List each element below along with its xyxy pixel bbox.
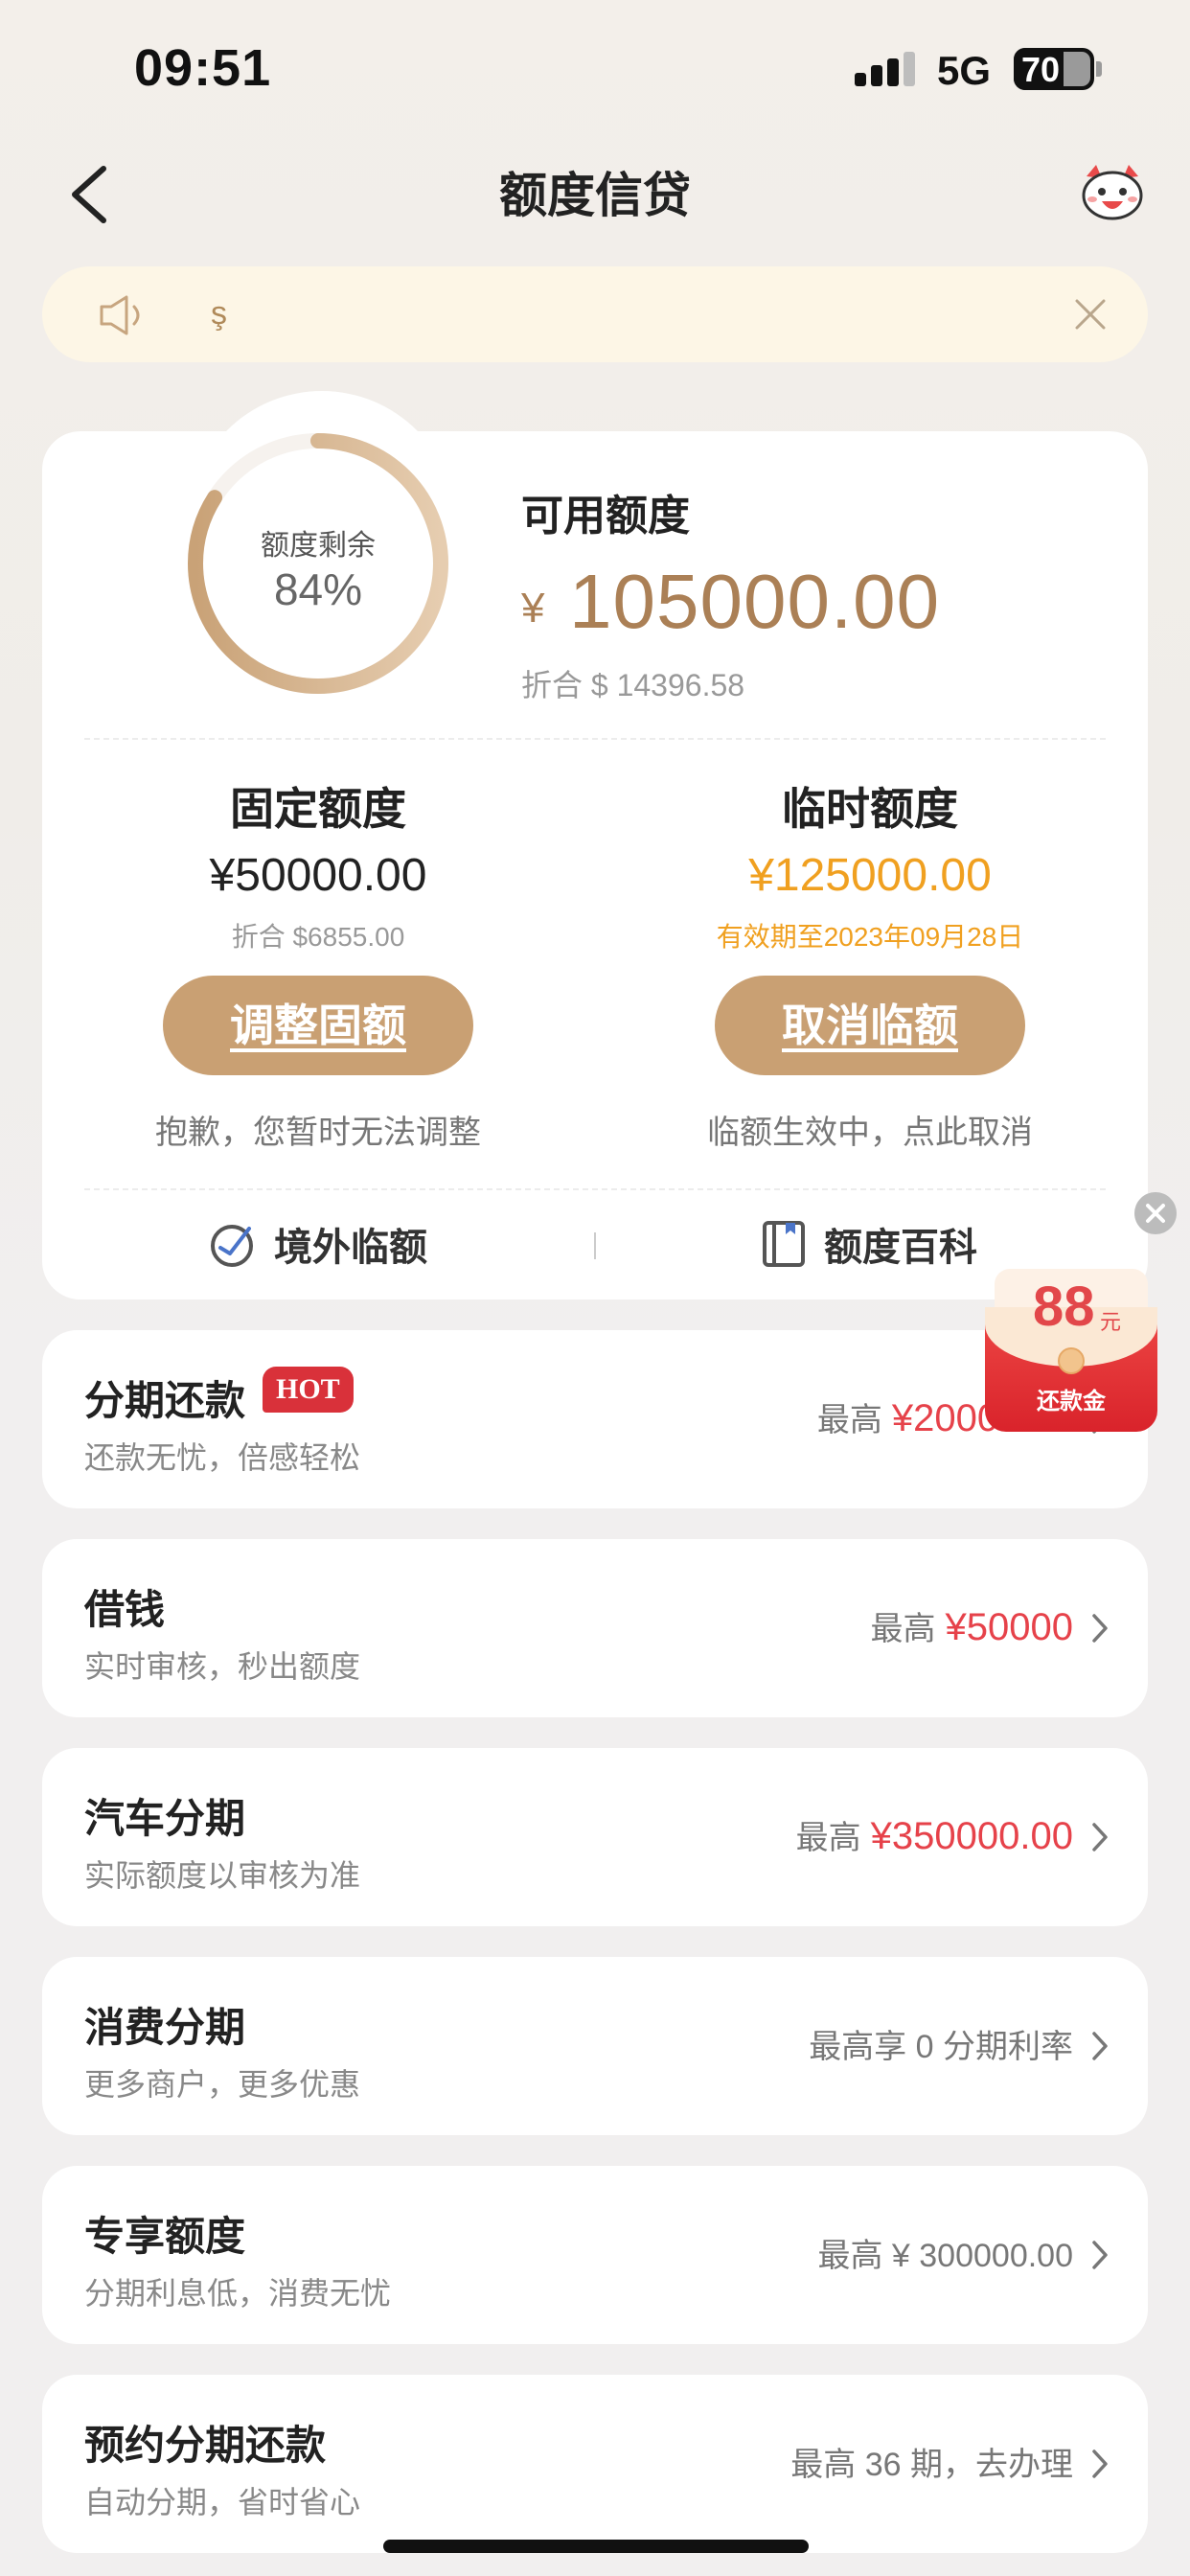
- fixed-credit-note: 抱歉，您暂时无法调整: [155, 1115, 481, 1151]
- ring-label: 额度剩余: [261, 530, 376, 562]
- fixed-credit-title: 固定额度: [230, 784, 406, 834]
- close-glyph: [1146, 1204, 1165, 1223]
- battery-empty: [1064, 52, 1090, 86]
- list-item-subtitle: 分期利息低，消费无忧: [84, 2276, 392, 2311]
- list-item-title: 借钱: [84, 1587, 166, 1632]
- red-packet-amount: 88: [1033, 1276, 1095, 1338]
- list-item-amount: ¥350000.00: [870, 1815, 1073, 1857]
- network-label: 5G: [937, 48, 992, 93]
- list-item-right: 最高 ¥50000: [871, 1602, 1073, 1649]
- overseas-credit-label: 境外临额: [274, 1227, 427, 1269]
- list-item-right: 最高 36 期，去办理: [790, 2447, 1073, 2483]
- list-item-borrow[interactable]: 借钱 实时审核，秒出额度 最高 ¥50000: [42, 1539, 1148, 1717]
- list-item-subtitle: 还款无忧，倍感轻松: [84, 1440, 361, 1475]
- chevron-right-icon: [1092, 2241, 1108, 2269]
- currency-symbol: ¥: [521, 585, 545, 632]
- speaker-icon: [100, 295, 140, 335]
- list-item-prefix: 最高: [795, 1820, 861, 1856]
- chevron-right-icon: [1092, 2450, 1108, 2478]
- adjust-fixed-button[interactable]: 调整固额: [163, 976, 473, 1075]
- list-item-prefix: 最高: [816, 1402, 882, 1438]
- temporary-credit-note[interactable]: 临额生效中，点此取消: [602, 1106, 1138, 1153]
- list-item-right: 最高 ¥350000.00: [796, 1811, 1073, 1858]
- mascot-icon[interactable]: [1079, 161, 1146, 222]
- page-title: 额度信贷: [499, 169, 691, 222]
- red-packet-widget[interactable]: 88 元 还款金: [985, 1269, 1157, 1432]
- list-item-scheduled-installment[interactable]: 预约分期还款 自动分期，省时省心 最高 36 期，去办理: [42, 2375, 1148, 2553]
- ring-percent: 84%: [273, 564, 363, 614]
- list-item-car-installment[interactable]: 汽车分期 实际额度以审核为准 最高 ¥350000.00: [42, 1748, 1148, 1926]
- list-item-title: 汽车分期: [84, 1796, 246, 1841]
- list-item-prefix: 最高: [870, 1611, 936, 1647]
- cancel-temporary-button[interactable]: 取消临额: [715, 976, 1025, 1075]
- notice-bar[interactable]: ş: [42, 266, 1148, 362]
- list-item-exclusive-credit[interactable]: 专享额度 分期利息低，消费无忧 最高 ¥ 300000.00: [42, 2166, 1148, 2344]
- list-item-amount: ¥50000: [945, 1606, 1073, 1648]
- temporary-credit-amount: ¥125000.00: [748, 850, 992, 901]
- list-item-right: 最高 ¥ 300000.00: [817, 2238, 1073, 2274]
- list-item-subtitle: 实时审核，秒出额度: [84, 1649, 361, 1684]
- battery-text: 70: [1021, 50, 1061, 89]
- hot-badge: HOT: [263, 1367, 354, 1413]
- list-item-title: 分期还款: [84, 1378, 246, 1423]
- temporary-credit-title: 临时额度: [782, 784, 958, 834]
- chevron-right-icon: [1092, 1614, 1108, 1643]
- signal-icon: [855, 52, 915, 86]
- home-indicator: [383, 2540, 809, 2553]
- close-icon[interactable]: [1134, 1192, 1177, 1234]
- available-credit-amount: 105000.00: [569, 559, 941, 644]
- credit-encyclopedia-label: 额度百科: [824, 1227, 977, 1269]
- chevron-right-icon: [1092, 2032, 1108, 2060]
- list-item-title: 专享额度: [84, 2214, 246, 2259]
- list-item-consumer-installment[interactable]: 消费分期 更多商户，更多优惠 最高享 0 分期利率: [42, 1957, 1148, 2135]
- fixed-credit-converted: 折合 $6855.00: [231, 922, 405, 952]
- battery-icon: 70: [1014, 48, 1094, 90]
- battery-tip: [1096, 61, 1102, 77]
- red-packet-seal-icon: [1058, 1347, 1085, 1374]
- chevron-right-icon: [1092, 1823, 1108, 1852]
- divider: [84, 738, 1106, 740]
- list-item-subtitle: 更多商户，更多优惠: [84, 2067, 361, 2102]
- credit-encyclopedia-link[interactable]: 额度百科: [761, 1213, 977, 1275]
- list-item-subtitle: 实际额度以审核为准: [84, 1858, 361, 1893]
- list-item-right: 最高享 0 分期利率: [809, 2029, 1073, 2065]
- list-item-title: 预约分期还款: [84, 2423, 327, 2468]
- book-icon: [763, 1221, 805, 1267]
- red-packet-label: 还款金: [1037, 1389, 1106, 1414]
- status-time: 09:51: [134, 39, 272, 97]
- available-credit-label: 可用额度: [521, 493, 690, 540]
- list-item-subtitle: 自动分期，省时省心: [84, 2485, 361, 2519]
- notice-text: ş: [211, 295, 227, 332]
- status-bar: 09:51 5G 70: [0, 0, 1190, 134]
- fixed-credit-amount: ¥50000.00: [209, 850, 427, 901]
- close-icon[interactable]: [1073, 297, 1108, 332]
- overseas-credit-icon: [211, 1225, 253, 1267]
- divider: [84, 1188, 1106, 1190]
- link-divider: [594, 1232, 596, 1259]
- list-item-installment-repayment[interactable]: 分期还款 HOT 还款无忧，倍感轻松 最高 ¥20000.00: [42, 1330, 1148, 1508]
- overseas-credit-link[interactable]: 境外临额: [207, 1213, 427, 1275]
- red-packet-unit: 元: [1100, 1310, 1122, 1334]
- list-item-title: 消费分期: [84, 2005, 246, 2050]
- available-credit-converted: 折合 $ 14396.58: [521, 668, 745, 702]
- temporary-credit-validity: 有效期至2023年09月28日: [716, 922, 1024, 952]
